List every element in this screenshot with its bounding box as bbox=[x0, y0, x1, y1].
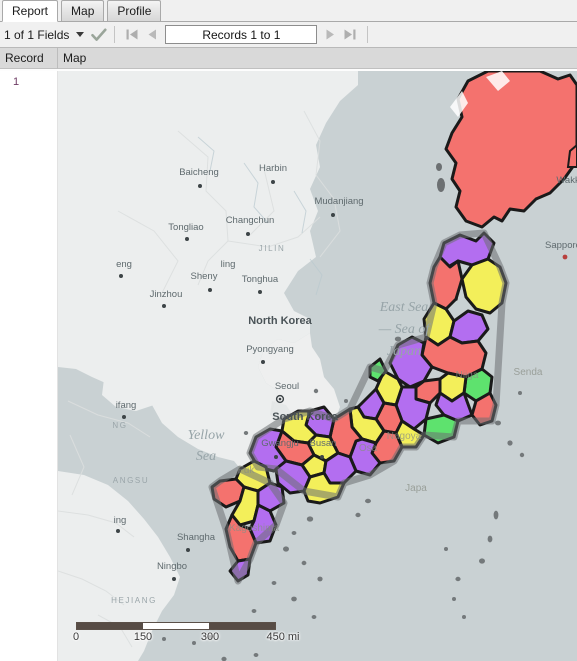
city-label: Mudanjiang bbox=[314, 196, 363, 207]
city-label: Shangha bbox=[177, 532, 216, 543]
results-grid-header: Record Map bbox=[0, 47, 577, 69]
country-label: North Korea bbox=[248, 315, 312, 327]
tab-report-label: Report bbox=[12, 4, 49, 18]
scale-tick-300: 300 bbox=[200, 631, 220, 643]
tab-report[interactable]: Report bbox=[2, 0, 59, 22]
sea-label: East Sea bbox=[379, 300, 429, 315]
city-label: Busan bbox=[310, 438, 337, 449]
column-header-map[interactable]: Map bbox=[58, 48, 577, 69]
scale-bar-segments bbox=[76, 622, 276, 630]
scale-segment bbox=[77, 623, 143, 629]
toolbar-divider-2 bbox=[367, 26, 369, 43]
field-selector-dropdown[interactable]: 1 of 1 Fields bbox=[4, 27, 85, 42]
hokkaido-islet bbox=[437, 178, 445, 192]
japan-city-label: Niiga bbox=[456, 370, 479, 381]
scale-segment bbox=[209, 623, 275, 629]
japan-city-label: Japa bbox=[405, 483, 427, 494]
row-record-number: 1 bbox=[0, 71, 58, 661]
city-label: Tongliao bbox=[168, 222, 203, 233]
city-label: ing bbox=[114, 515, 127, 526]
city-label: Harbin bbox=[259, 163, 287, 174]
city-label: Tonghua bbox=[242, 274, 279, 285]
scale-bar-labels: 0 150 300 450 mi bbox=[72, 631, 306, 645]
field-selector-label: 1 of 1 Fields bbox=[4, 27, 70, 42]
scale-tick-150: 150 bbox=[133, 631, 153, 643]
hokkaido-islet-2 bbox=[436, 163, 442, 171]
city-label: Sheny bbox=[191, 271, 218, 282]
toolbar-divider-1 bbox=[114, 26, 116, 43]
map-scale-bar: 0 150 300 450 mi bbox=[72, 622, 306, 645]
japan-city-label: Fuk bbox=[238, 465, 256, 476]
checkmark-icon[interactable] bbox=[91, 28, 107, 42]
japan-city-label: Nagoya bbox=[387, 431, 422, 442]
tab-profile[interactable]: Profile bbox=[107, 0, 162, 21]
japan-prefecture-map[interactable]: East Sea — Sea of Japan Yellow Sea North… bbox=[58, 71, 577, 661]
record-navigation-toolbar: 1 of 1 Fields Records 1 to 1 bbox=[0, 22, 577, 48]
city-label: Wakkanai bbox=[556, 175, 577, 186]
city-label: Changchun bbox=[226, 215, 275, 226]
city-label: Seoul bbox=[275, 381, 299, 392]
japan-city-label: Osa bbox=[359, 443, 378, 454]
tab-map-label: Map bbox=[71, 4, 95, 18]
sapporo-dot bbox=[562, 254, 568, 260]
country-label: South Korea bbox=[272, 411, 338, 423]
city-label: Ningbo bbox=[157, 561, 187, 572]
city-label: Pyongyang bbox=[246, 344, 294, 355]
last-record-icon[interactable] bbox=[340, 25, 360, 45]
sea-label: Yellow bbox=[188, 428, 225, 443]
first-record-icon[interactable] bbox=[122, 25, 142, 45]
previous-record-icon[interactable] bbox=[142, 25, 162, 45]
city-label: Baicheng bbox=[179, 167, 219, 178]
tab-map[interactable]: Map bbox=[61, 0, 105, 21]
records-range-input[interactable]: Records 1 to 1 bbox=[165, 25, 318, 44]
japan-city-label: Senda bbox=[514, 367, 543, 378]
province-label: NG bbox=[112, 421, 127, 430]
tab-profile-label: Profile bbox=[117, 4, 152, 18]
report-viewer-window: Report Map Profile 1 of 1 Fields Records… bbox=[0, 0, 577, 661]
japan-city-label: Kagoshima bbox=[229, 523, 279, 534]
sea-label: Japan bbox=[387, 344, 421, 359]
province-label: ANGSU bbox=[113, 476, 149, 485]
column-header-record[interactable]: Record bbox=[0, 47, 58, 69]
city-label: ling bbox=[221, 259, 236, 270]
table-row[interactable]: 1 East Sea — Sea of Japan Yellow Sea Nor… bbox=[0, 71, 577, 661]
province-label: HEJIANG bbox=[111, 596, 157, 605]
view-tab-strip: Report Map Profile bbox=[0, 0, 577, 22]
city-label: Jinzhou bbox=[150, 289, 183, 300]
province-label: JILIN bbox=[259, 244, 286, 253]
sea-label: Sea bbox=[196, 449, 216, 464]
record-map-cell[interactable]: East Sea — Sea of Japan Yellow Sea North… bbox=[58, 71, 577, 661]
records-range-value: Records 1 to 1 bbox=[202, 27, 281, 42]
next-record-icon[interactable] bbox=[320, 25, 340, 45]
city-label: Gwangju bbox=[261, 438, 299, 449]
scale-tick-450: 450 mi bbox=[266, 631, 300, 643]
chevron-down-icon bbox=[76, 32, 85, 37]
city-label: ifang bbox=[116, 400, 137, 411]
sea-label: — Sea of bbox=[378, 322, 432, 337]
scale-tick-0: 0 bbox=[72, 631, 80, 643]
scale-segment bbox=[143, 623, 209, 629]
city-label: eng bbox=[116, 259, 132, 270]
city-label: Sapporo bbox=[545, 240, 577, 251]
